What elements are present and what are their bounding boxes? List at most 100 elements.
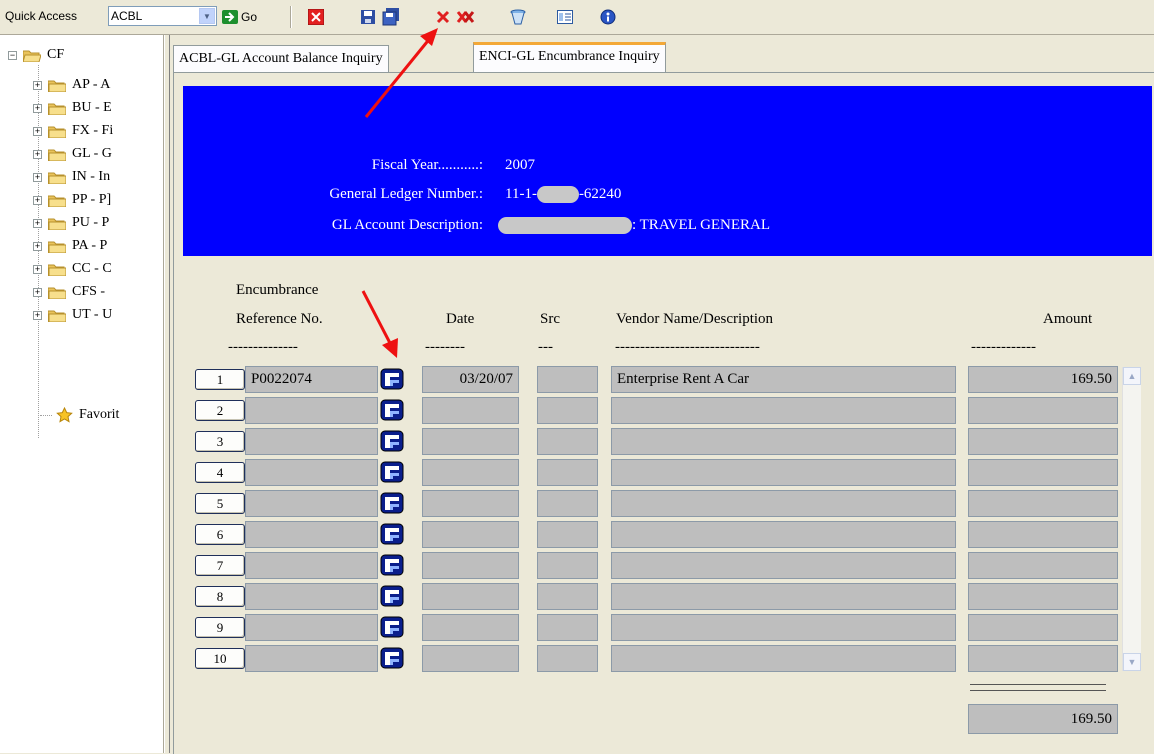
expand-icon[interactable]: + bbox=[33, 218, 42, 228]
lookup-icon[interactable] bbox=[380, 523, 404, 545]
amount-cell[interactable] bbox=[968, 459, 1118, 486]
expand-icon[interactable]: + bbox=[33, 80, 42, 90]
row-number-button[interactable]: 1 bbox=[195, 369, 245, 390]
quick-access-combobox[interactable]: ▼ bbox=[108, 6, 217, 26]
row-number-button[interactable]: 10 bbox=[195, 648, 245, 669]
lookup-icon[interactable] bbox=[380, 492, 404, 514]
amount-cell[interactable] bbox=[968, 397, 1118, 424]
src-cell[interactable] bbox=[537, 614, 598, 641]
vendor-cell[interactable] bbox=[611, 521, 956, 548]
date-cell[interactable] bbox=[422, 428, 519, 455]
vendor-cell[interactable] bbox=[611, 490, 956, 517]
collapse-icon[interactable]: − bbox=[8, 50, 17, 60]
date-cell[interactable] bbox=[422, 521, 519, 548]
ref-cell[interactable] bbox=[245, 552, 378, 579]
vendor-cell[interactable] bbox=[611, 645, 956, 672]
list-view-icon[interactable] bbox=[555, 7, 575, 27]
lookup-icon[interactable] bbox=[380, 399, 404, 421]
lookup-icon[interactable] bbox=[380, 585, 404, 607]
tree-item[interactable]: + GL - G bbox=[33, 144, 112, 164]
vertical-scrollbar[interactable]: ▲ ▼ bbox=[1122, 367, 1141, 671]
scroll-up-icon[interactable]: ▲ bbox=[1123, 367, 1141, 385]
expand-icon[interactable]: + bbox=[33, 310, 42, 320]
row-number-button[interactable]: 8 bbox=[195, 586, 245, 607]
expand-icon[interactable]: + bbox=[33, 241, 42, 251]
expand-icon[interactable]: + bbox=[33, 172, 42, 182]
expand-icon[interactable]: + bbox=[33, 195, 42, 205]
quick-access-input[interactable] bbox=[111, 8, 197, 23]
lookup-icon[interactable] bbox=[380, 647, 404, 669]
row-number-button[interactable]: 9 bbox=[195, 617, 245, 638]
row-number-button[interactable]: 7 bbox=[195, 555, 245, 576]
tree-item[interactable]: + UT - U bbox=[33, 305, 112, 325]
src-cell[interactable] bbox=[537, 583, 598, 610]
expand-icon[interactable]: + bbox=[33, 149, 42, 159]
date-cell[interactable]: 03/20/07 bbox=[422, 366, 519, 393]
delete-icon[interactable] bbox=[433, 7, 453, 27]
src-cell[interactable] bbox=[537, 552, 598, 579]
amount-cell[interactable] bbox=[968, 428, 1118, 455]
amount-cell[interactable] bbox=[968, 583, 1118, 610]
tab-acbl[interactable]: ACBL-GL Account Balance Inquiry bbox=[173, 45, 389, 72]
expand-icon[interactable]: + bbox=[33, 264, 42, 274]
src-cell[interactable] bbox=[537, 397, 598, 424]
scroll-down-icon[interactable]: ▼ bbox=[1123, 653, 1141, 671]
tree-item[interactable]: + PU - P bbox=[33, 213, 109, 233]
date-cell[interactable] bbox=[422, 614, 519, 641]
help-icon[interactable] bbox=[598, 7, 618, 27]
amount-cell[interactable]: 169.50 bbox=[968, 366, 1118, 393]
go-button[interactable]: Go bbox=[222, 8, 257, 26]
tree-item[interactable]: + BU - E bbox=[33, 98, 112, 118]
src-cell[interactable] bbox=[537, 459, 598, 486]
src-cell[interactable] bbox=[537, 645, 598, 672]
lookup-icon[interactable] bbox=[380, 430, 404, 452]
ref-cell[interactable] bbox=[245, 583, 378, 610]
date-cell[interactable] bbox=[422, 459, 519, 486]
ref-cell[interactable] bbox=[245, 645, 378, 672]
tree-item[interactable]: + PA - P bbox=[33, 236, 107, 256]
vendor-cell[interactable] bbox=[611, 397, 956, 424]
row-number-button[interactable]: 3 bbox=[195, 431, 245, 452]
date-cell[interactable] bbox=[422, 583, 519, 610]
lookup-icon[interactable] bbox=[380, 461, 404, 483]
save-icon[interactable] bbox=[358, 7, 378, 27]
ref-cell[interactable] bbox=[245, 459, 378, 486]
amount-cell[interactable] bbox=[968, 614, 1118, 641]
src-cell[interactable] bbox=[537, 428, 598, 455]
src-cell[interactable] bbox=[537, 490, 598, 517]
date-cell[interactable] bbox=[422, 397, 519, 424]
row-number-button[interactable]: 4 bbox=[195, 462, 245, 483]
vendor-cell[interactable] bbox=[611, 552, 956, 579]
ref-cell[interactable] bbox=[245, 521, 378, 548]
tree-item[interactable]: + FX - Fi bbox=[33, 121, 113, 141]
expand-icon[interactable]: + bbox=[33, 287, 42, 297]
date-cell[interactable] bbox=[422, 490, 519, 517]
ref-cell[interactable] bbox=[245, 490, 378, 517]
tree-item[interactable]: + CC - C bbox=[33, 259, 112, 279]
delete-all-icon[interactable] bbox=[456, 7, 476, 27]
ref-cell[interactable] bbox=[245, 428, 378, 455]
tree-item[interactable]: + PP - P] bbox=[33, 190, 111, 210]
expand-icon[interactable]: + bbox=[33, 126, 42, 136]
row-number-button[interactable]: 5 bbox=[195, 493, 245, 514]
ref-cell[interactable] bbox=[245, 397, 378, 424]
tree-item-favorites[interactable]: Favorit bbox=[40, 405, 119, 425]
row-number-button[interactable]: 2 bbox=[195, 400, 245, 421]
src-cell[interactable] bbox=[537, 366, 598, 393]
vendor-cell[interactable] bbox=[611, 583, 956, 610]
ref-cell[interactable] bbox=[245, 614, 378, 641]
vendor-cell[interactable] bbox=[611, 614, 956, 641]
date-cell[interactable] bbox=[422, 552, 519, 579]
expand-icon[interactable]: + bbox=[33, 103, 42, 113]
close-red-icon[interactable] bbox=[306, 7, 326, 27]
vendor-cell[interactable] bbox=[611, 428, 956, 455]
vendor-cell[interactable] bbox=[611, 459, 956, 486]
amount-cell[interactable] bbox=[968, 645, 1118, 672]
tree-root[interactable]: − CF bbox=[8, 45, 64, 65]
src-cell[interactable] bbox=[537, 521, 598, 548]
chevron-down-icon[interactable]: ▼ bbox=[199, 8, 215, 24]
date-cell[interactable] bbox=[422, 645, 519, 672]
row-number-button[interactable]: 6 bbox=[195, 524, 245, 545]
amount-cell[interactable] bbox=[968, 521, 1118, 548]
amount-cell[interactable] bbox=[968, 490, 1118, 517]
